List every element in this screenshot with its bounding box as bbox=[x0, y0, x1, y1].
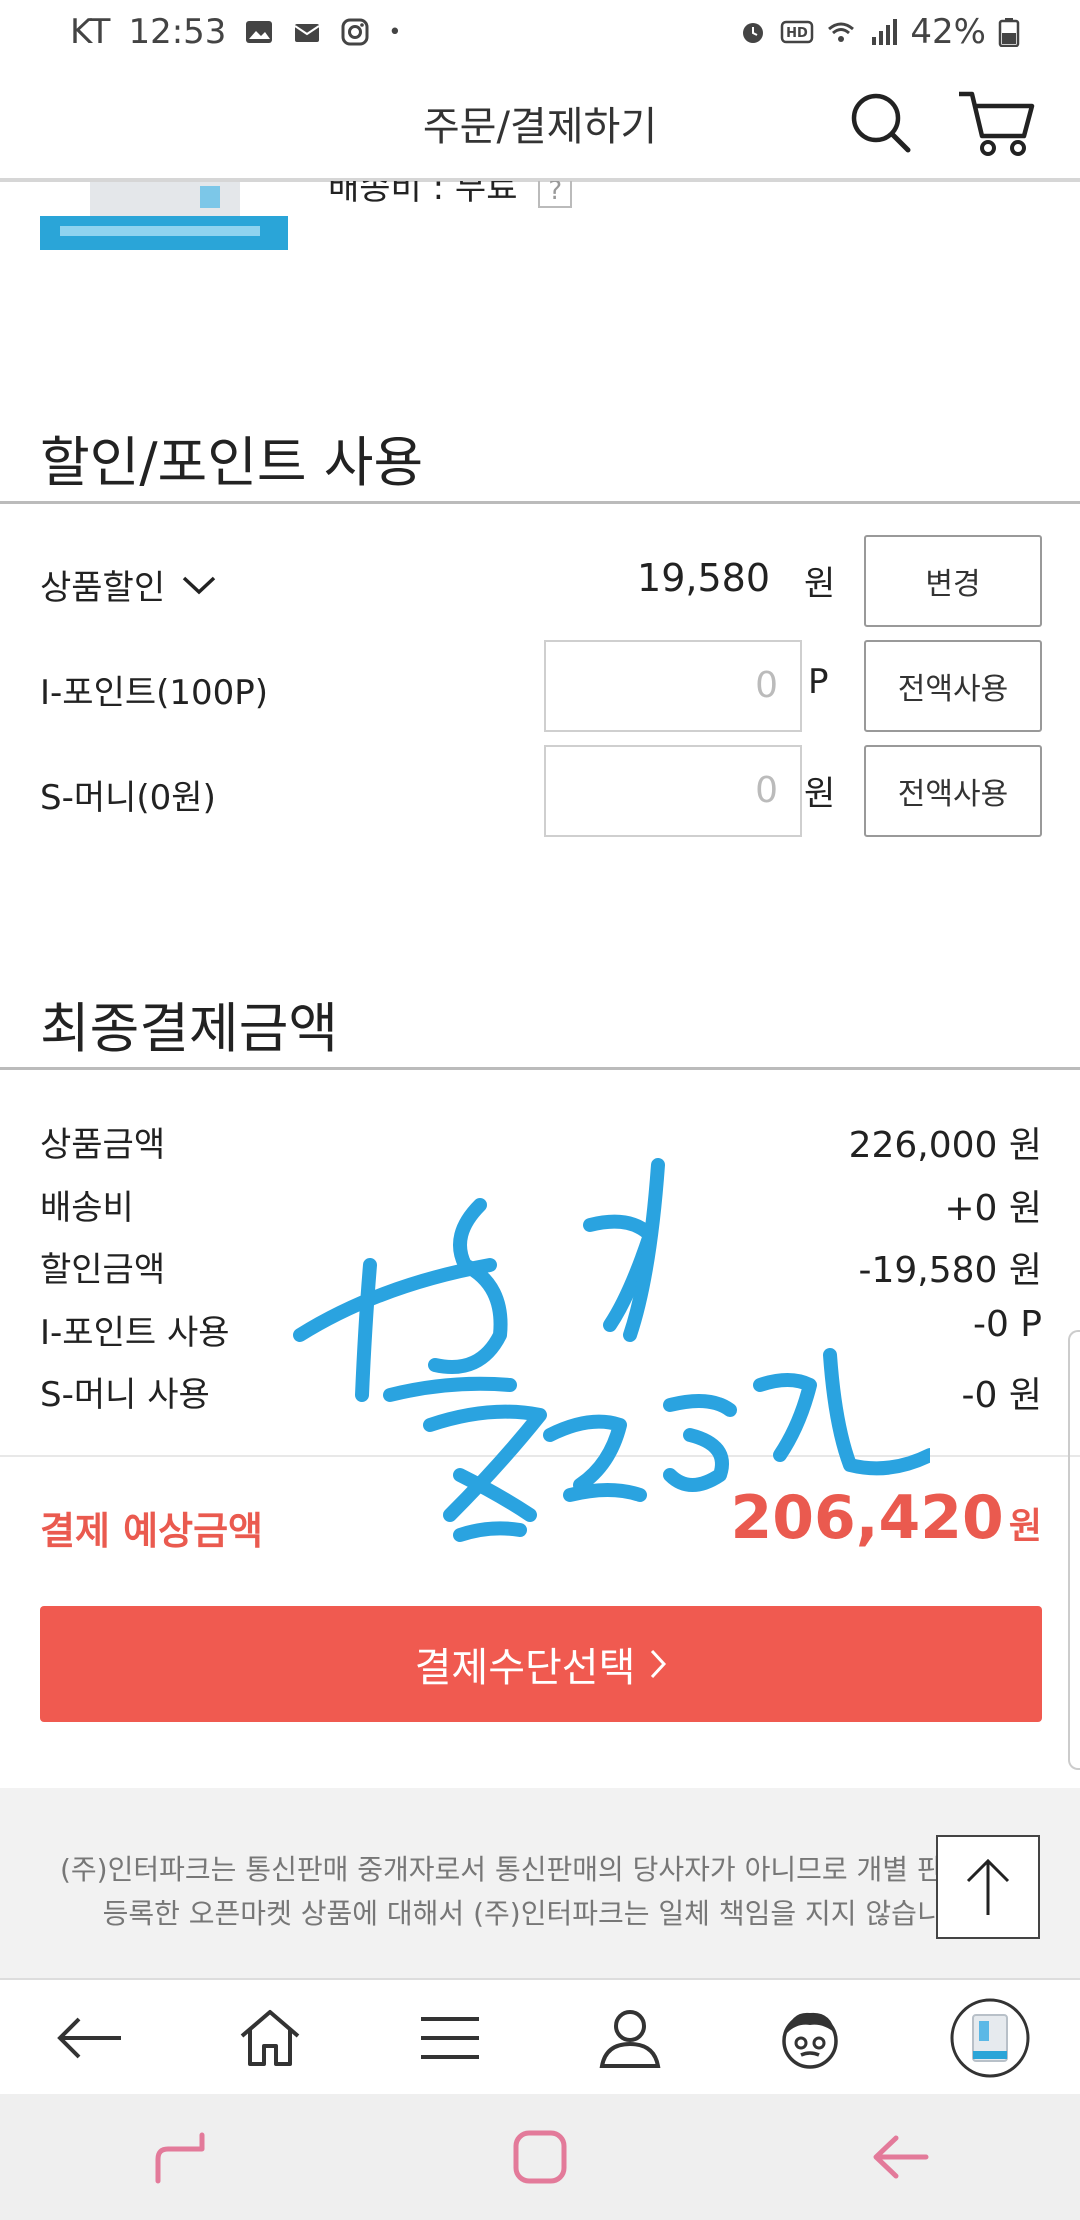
ipoint-use-all-button[interactable]: 전액사용 bbox=[864, 640, 1042, 732]
character-icon bbox=[782, 2012, 838, 2069]
status-bar: KT 12:53 • HD 42% bbox=[0, 0, 1080, 66]
nav-character-button[interactable] bbox=[720, 1980, 900, 2096]
summary-label-shipping: 배송비 bbox=[40, 1188, 134, 1228]
chevron-down-icon bbox=[182, 576, 216, 594]
signal-icon bbox=[872, 19, 898, 45]
change-discount-button[interactable]: 변경 bbox=[864, 535, 1042, 627]
expected-amount-label: 결제 예상금액 bbox=[40, 1509, 263, 1553]
select-payment-button[interactable]: 결제수단선택 bbox=[40, 1606, 1042, 1722]
header-divider bbox=[0, 178, 1080, 181]
nav-menu-button[interactable] bbox=[360, 1980, 540, 2096]
scroll-top-button[interactable] bbox=[936, 1835, 1040, 1939]
final-amount-divider bbox=[0, 1067, 1080, 1070]
status-left: KT 12:53 • bbox=[70, 12, 401, 52]
menu-icon bbox=[421, 2017, 479, 2059]
footer-notice-text: (주)인터파크는 통신판매 중개자로서 통신판매의 당사자가 아니므로 개별 판… bbox=[60, 1853, 1020, 1930]
nav-home-button[interactable] bbox=[180, 1980, 360, 2096]
summary-label-smoney: S-머니 사용 bbox=[40, 1375, 210, 1415]
ipoint-label: I-포인트(100P) bbox=[40, 673, 269, 713]
ipoint-input[interactable]: 0 bbox=[544, 640, 802, 732]
smoney-use-all-button[interactable]: 전액사용 bbox=[864, 745, 1042, 837]
expected-amount-unit: 원 bbox=[1008, 1506, 1042, 1547]
select-payment-label: 결제수단선택 bbox=[414, 1645, 636, 1691]
wifi-icon bbox=[828, 22, 855, 42]
product-discount-value: 19,580 bbox=[637, 556, 770, 600]
summary-label-product: 상품금액 bbox=[40, 1125, 166, 1165]
carrier-label: KT bbox=[70, 12, 111, 52]
bottom-nav bbox=[0, 1978, 1080, 2094]
battery-icon bbox=[998, 18, 1020, 47]
alarm-icon bbox=[743, 23, 764, 43]
gallery-icon bbox=[246, 21, 273, 43]
hd-icon: HD bbox=[781, 20, 814, 44]
nav-recent-product-button[interactable] bbox=[900, 1980, 1080, 2096]
back-icon bbox=[57, 2017, 121, 2059]
system-back-button[interactable] bbox=[720, 2094, 1080, 2220]
ipoint-unit: P bbox=[808, 662, 829, 702]
mail-icon bbox=[294, 24, 320, 42]
summary-value-ipoint: -0 P bbox=[972, 1304, 1042, 1345]
system-home-button[interactable] bbox=[360, 2094, 720, 2220]
smoney-input[interactable]: 0 bbox=[544, 745, 802, 837]
smoney-unit: 원 bbox=[804, 774, 836, 814]
chevron-right-icon bbox=[651, 1649, 667, 1679]
discount-section-title: 할인/포인트 사용 bbox=[40, 431, 424, 494]
discount-section-divider bbox=[0, 501, 1080, 504]
product-discount-label: 상품할인 bbox=[40, 568, 166, 608]
header-search-icon[interactable] bbox=[848, 90, 914, 156]
notification-dot-icon: • bbox=[388, 19, 402, 45]
product-thumbnail[interactable] bbox=[40, 182, 288, 250]
nav-back-button[interactable] bbox=[0, 1980, 180, 2096]
svg-text:HD: HD bbox=[787, 26, 809, 41]
summary-label-ipoint: I-포인트 사용 bbox=[40, 1313, 230, 1353]
summary-label-discount: 할인금액 bbox=[40, 1250, 166, 1290]
product-image bbox=[40, 182, 288, 250]
summary-value-smoney: -0 원 bbox=[961, 1375, 1042, 1416]
system-back-icon bbox=[873, 2135, 929, 2179]
handwriting-scribble bbox=[293, 1158, 930, 1542]
system-recents-button[interactable] bbox=[0, 2094, 360, 2220]
scroll-indicator[interactable] bbox=[1068, 1330, 1080, 1770]
smoney-label: S-머니(0원) bbox=[40, 778, 216, 818]
summary-value-shipping: +0 원 bbox=[944, 1188, 1042, 1229]
home-icon bbox=[240, 2010, 300, 2066]
battery-label: 42% bbox=[910, 12, 986, 52]
time-label: 12:53 bbox=[128, 12, 227, 52]
user-icon bbox=[599, 2010, 661, 2068]
instagram-icon bbox=[341, 18, 369, 46]
header-title: 주문/결제하기 bbox=[422, 104, 658, 150]
product-discount-unit: 원 bbox=[804, 564, 836, 604]
header-cart-icon[interactable] bbox=[956, 86, 1036, 160]
product-discount-toggle[interactable]: 상품할인 bbox=[40, 560, 217, 609]
nav-mypage-button[interactable] bbox=[540, 1980, 720, 2096]
home-button-icon bbox=[513, 2130, 567, 2184]
recent-product-icon bbox=[950, 1998, 1030, 2078]
status-right: HD 42% bbox=[738, 12, 1020, 52]
final-amount-title: 최종결제금액 bbox=[40, 997, 339, 1060]
system-nav-bar bbox=[0, 2094, 1080, 2220]
recents-icon bbox=[155, 2132, 205, 2184]
arrow-up-icon bbox=[966, 1858, 1010, 1915]
footer-notice: (주)인터파크는 통신판매 중개자로서 통신판매의 당사자가 아니므로 개별 판… bbox=[0, 1788, 1080, 1978]
